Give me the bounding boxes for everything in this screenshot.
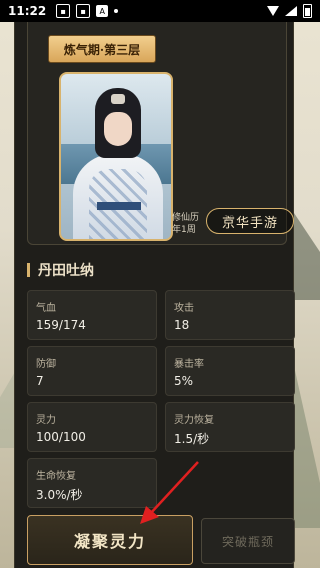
wifi-icon (267, 6, 279, 16)
character-card: 炼气期·第三层 修仙历 年1周 10 京华手游 (27, 22, 294, 245)
section-title: 丹田吐纳 (38, 263, 94, 279)
stat-defense: 防御 7 (27, 346, 157, 396)
image-icon: ▪ (76, 4, 91, 18)
stat-spirit-power: 灵力 100/100 (27, 402, 157, 452)
stat-hp: 气血 159/174 (27, 290, 157, 340)
stat-label: 暴击率 (174, 359, 204, 370)
stat-value: 1.5/秒 (174, 432, 210, 446)
stat-value: 159/174 (36, 318, 86, 332)
status-time: 11:22 (8, 4, 47, 18)
stat-label: 灵力恢复 (174, 415, 214, 426)
status-bar: 11:22 ▪ ▪ A (0, 0, 320, 22)
stat-value: 18 (174, 318, 190, 332)
gather-spirit-button[interactable]: 凝聚灵力 (27, 515, 193, 565)
cultivation-calendar: 修仙历 年1周 (172, 212, 199, 236)
dot-icon (114, 9, 119, 13)
realm-badge: 炼气期·第三层 (48, 35, 156, 63)
stat-value: 3.0%/秒 (36, 488, 83, 502)
stat-value: 7 (36, 374, 44, 388)
stat-label: 灵力 (36, 415, 56, 426)
stat-attack: 攻击 18 (165, 290, 295, 340)
cultivation-panel: 炼气期·第三层 修仙历 年1周 10 京华手游 丹田吐纳 气血 159/174 … (14, 22, 295, 568)
section-accent-bar (27, 263, 30, 277)
calendar-line-2: 年1周 (172, 225, 196, 235)
stat-spirit-regen: 灵力恢复 1.5/秒 (165, 402, 295, 452)
stat-label: 防御 (36, 359, 56, 370)
character-portrait[interactable] (59, 72, 173, 241)
stat-hp-regen: 生命恢复 3.0%/秒 (27, 458, 157, 508)
stat-value: 100/100 (36, 430, 86, 444)
stat-label: 攻击 (174, 303, 194, 314)
font-icon: A (96, 5, 109, 17)
battery-icon (303, 4, 312, 18)
signal-icon (285, 6, 297, 16)
breakthrough-button[interactable]: 突破瓶颈 (201, 518, 295, 564)
image-icon: ▪ (56, 4, 71, 18)
watermark-badge: 京华手游 (206, 208, 294, 234)
stat-value: 5% (174, 374, 194, 388)
section-header: 丹田吐纳 (27, 260, 94, 280)
stat-label: 气血 (36, 303, 56, 314)
stat-crit-rate: 暴击率 5% (165, 346, 295, 396)
calendar-line-1: 修仙历 (172, 213, 200, 223)
stat-label: 生命恢复 (36, 471, 76, 482)
